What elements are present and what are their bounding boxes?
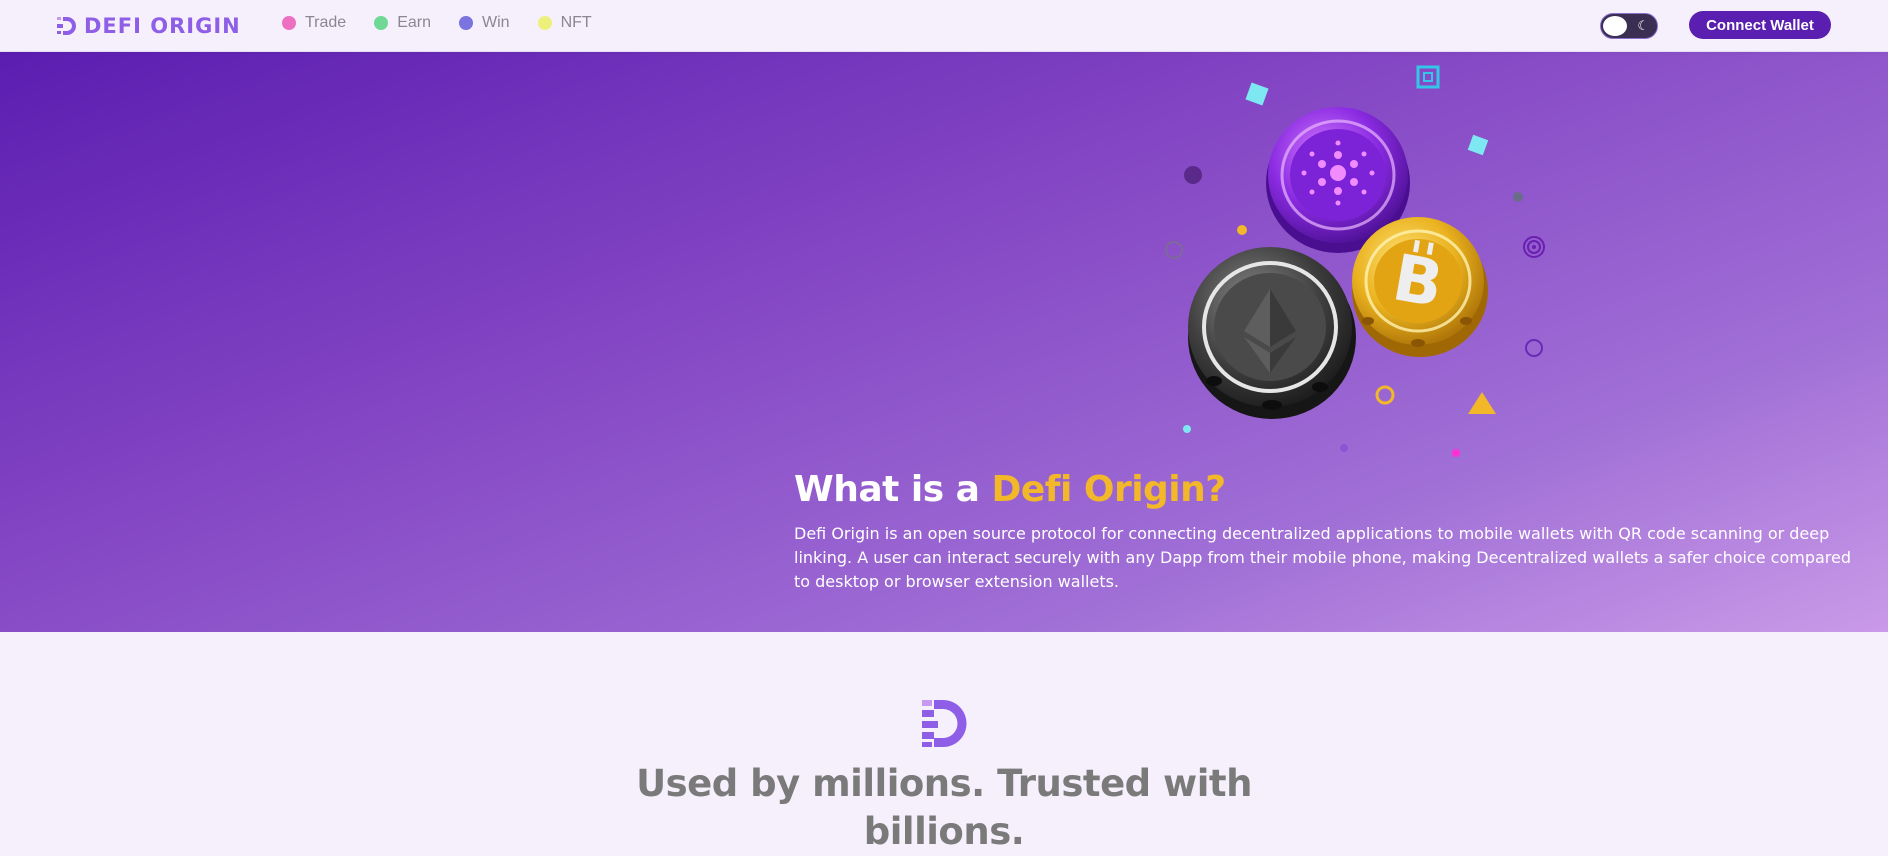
ethereum-coin-icon	[1188, 247, 1356, 419]
hero-title: What is a Defi Origin?	[794, 469, 1226, 510]
nav-nft[interactable]: NFT	[537, 14, 592, 32]
nav-nft-label: NFT	[560, 14, 592, 31]
defi-origin-logo-icon	[57, 17, 76, 35]
section-heading: Used by millions. Trusted with billions.	[0, 760, 1888, 856]
hero-section: B What is a Defi Origin? Defi Origin is …	[0, 51, 1888, 632]
theme-toggle[interactable]: ☾	[1600, 13, 1658, 39]
bitcoin-coin-icon: B	[1352, 217, 1488, 357]
nav-earn[interactable]: Earn	[374, 14, 431, 32]
hero-description: Defi Origin is an open source protocol f…	[794, 524, 1852, 591]
nav-win[interactable]: Win	[459, 14, 510, 32]
brand-name: DEFI ORIGIN	[84, 14, 241, 38]
hero-title-prefix: What is a	[794, 469, 992, 510]
win-dot-icon	[459, 16, 473, 30]
nft-dot-icon	[537, 16, 552, 30]
section-heading-line1: Used by millions. Trusted with	[636, 762, 1252, 805]
nav-earn-label: Earn	[397, 14, 431, 31]
section-heading-line2: billions.	[863, 810, 1025, 853]
brand-logo[interactable]: DEFI ORIGIN	[56, 14, 241, 38]
moon-icon: ☾	[1637, 18, 1649, 33]
nav-trade[interactable]: Trade	[282, 14, 346, 32]
top-nav: DEFI ORIGIN Trade Earn Win NFT ☾ Connect…	[0, 0, 1888, 52]
connect-wallet-button[interactable]: Connect Wallet	[1689, 11, 1831, 39]
trade-dot-icon	[282, 16, 296, 30]
nav-trade-label: Trade	[305, 14, 347, 31]
nav-win-label: Win	[482, 14, 510, 31]
earn-dot-icon	[374, 16, 389, 30]
main-nav: Trade Earn Win NFT	[282, 14, 620, 32]
defi-origin-mark-icon	[922, 700, 967, 747]
toggle-knob	[1603, 16, 1627, 36]
hero-title-accent: Defi Origin?	[991, 469, 1227, 510]
